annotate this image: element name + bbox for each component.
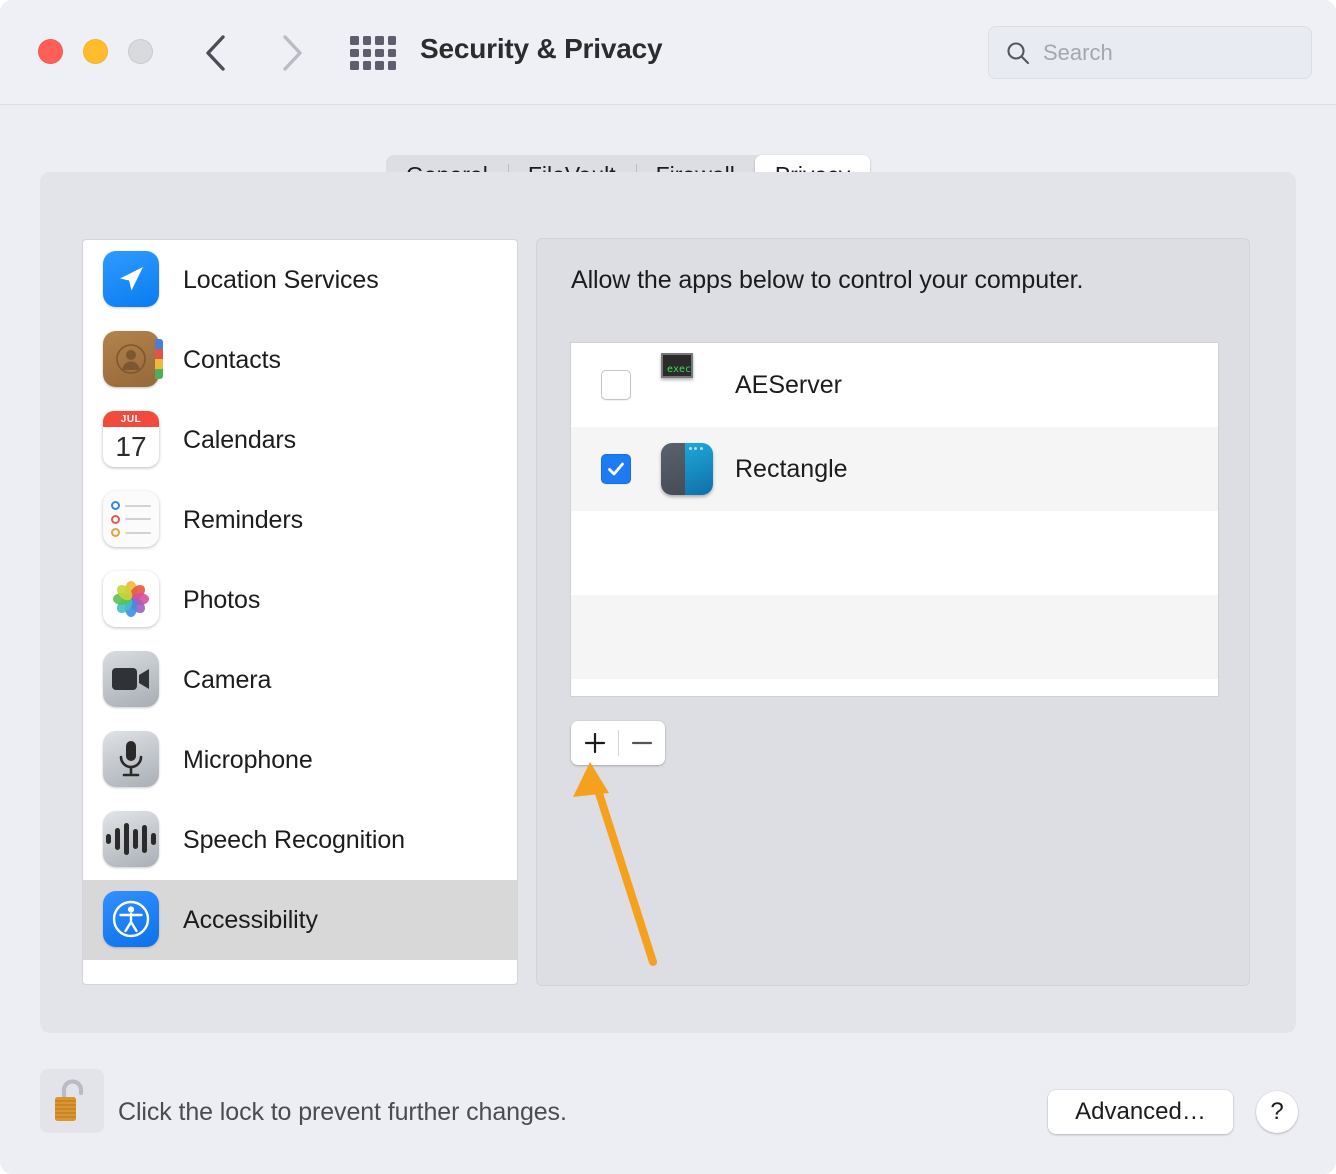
reminders-icon bbox=[103, 491, 161, 549]
help-button[interactable]: ? bbox=[1256, 1091, 1298, 1133]
sidebar-item-speech-recognition[interactable]: Speech Recognition bbox=[83, 800, 517, 880]
camera-icon bbox=[103, 651, 161, 709]
zoom-button[interactable] bbox=[128, 39, 153, 64]
app-checkbox-aeserver[interactable] bbox=[601, 370, 631, 400]
lock-status-text: Click the lock to prevent further change… bbox=[118, 1098, 567, 1126]
speech-recognition-icon bbox=[103, 811, 161, 869]
empty-row bbox=[571, 595, 1218, 679]
sidebar-item-label: Accessibility bbox=[183, 905, 318, 934]
sidebar-item-reminders[interactable]: Reminders bbox=[83, 480, 517, 560]
minimize-button[interactable] bbox=[83, 39, 108, 64]
sidebar-item-label: Camera bbox=[183, 665, 272, 694]
add-app-button[interactable] bbox=[571, 721, 618, 765]
search-input[interactable] bbox=[1043, 39, 1283, 66]
sidebar-item-calendars[interactable]: JUL 17 Calendars bbox=[83, 400, 517, 480]
photos-icon bbox=[103, 571, 161, 629]
rectangle-icon bbox=[661, 443, 713, 495]
sidebar-item-label: Calendars bbox=[183, 425, 297, 454]
minus-icon bbox=[631, 741, 652, 745]
sidebar-item-contacts[interactable]: Contacts bbox=[83, 320, 517, 400]
forward-button[interactable] bbox=[268, 28, 316, 78]
sidebar-item-accessibility[interactable]: Accessibility bbox=[83, 880, 517, 960]
lock-button[interactable] bbox=[40, 1069, 104, 1133]
plus-icon bbox=[584, 732, 605, 754]
app-name: Rectangle bbox=[735, 454, 848, 483]
sidebar-item-label: Photos bbox=[183, 585, 261, 614]
app-name: AEServer bbox=[735, 370, 842, 399]
contacts-icon bbox=[103, 331, 163, 389]
privacy-service-list: Location Services Contacts JUL 17 Calend… bbox=[82, 239, 518, 985]
system-preferences-window: Security & Privacy General FileVault Fir… bbox=[0, 0, 1336, 1174]
sidebar-item-label: Reminders bbox=[183, 505, 303, 534]
search-field[interactable] bbox=[988, 26, 1312, 79]
sidebar-item-label: Location Services bbox=[183, 265, 379, 294]
app-checkbox-rectangle[interactable] bbox=[601, 454, 631, 484]
app-permissions-pane: Allow the apps below to control your com… bbox=[536, 238, 1250, 986]
location-services-icon bbox=[103, 251, 161, 309]
calendar-day: 17 bbox=[115, 431, 147, 462]
aeserver-icon-text: exec bbox=[667, 364, 692, 375]
traffic-lights bbox=[38, 39, 153, 64]
allowed-apps-list: exec AEServer Rectangle bbox=[570, 342, 1219, 697]
sidebar-item-label: Speech Recognition bbox=[183, 825, 405, 854]
aeserver-icon: exec bbox=[661, 353, 713, 411]
microphone-icon bbox=[103, 731, 161, 789]
sidebar-item-photos[interactable]: Photos bbox=[83, 560, 517, 640]
sidebar-item-label: Contacts bbox=[183, 345, 281, 374]
back-button[interactable] bbox=[192, 28, 240, 78]
chevron-left-icon bbox=[206, 35, 225, 71]
unlocked-padlock-icon bbox=[55, 1079, 84, 1121]
table-row[interactable]: exec AEServer bbox=[571, 343, 1218, 427]
sidebar-item-microphone[interactable]: Microphone bbox=[83, 720, 517, 800]
sidebar-item-camera[interactable]: Camera bbox=[83, 640, 517, 720]
grid-apps-icon[interactable] bbox=[350, 36, 396, 70]
advanced-button[interactable]: Advanced… bbox=[1048, 1090, 1233, 1134]
empty-row bbox=[571, 679, 1218, 696]
chevron-right-icon bbox=[283, 35, 302, 71]
calendar-icon: JUL 17 bbox=[103, 411, 161, 469]
sidebar-item-location-services[interactable]: Location Services bbox=[83, 240, 517, 320]
table-row[interactable]: Rectangle bbox=[571, 427, 1218, 511]
calendar-month: JUL bbox=[103, 411, 159, 427]
remove-app-button[interactable] bbox=[618, 721, 665, 765]
add-remove-controls bbox=[571, 721, 665, 765]
search-icon bbox=[1007, 41, 1030, 64]
empty-row bbox=[571, 511, 1218, 595]
window-titlebar: Security & Privacy bbox=[0, 0, 1336, 105]
permission-description: Allow the apps below to control your com… bbox=[571, 266, 1084, 294]
accessibility-icon bbox=[103, 891, 161, 949]
checkmark-icon bbox=[608, 462, 624, 476]
page-title: Security & Privacy bbox=[420, 33, 663, 64]
close-button[interactable] bbox=[38, 39, 63, 64]
sidebar-item-label: Microphone bbox=[183, 745, 313, 774]
